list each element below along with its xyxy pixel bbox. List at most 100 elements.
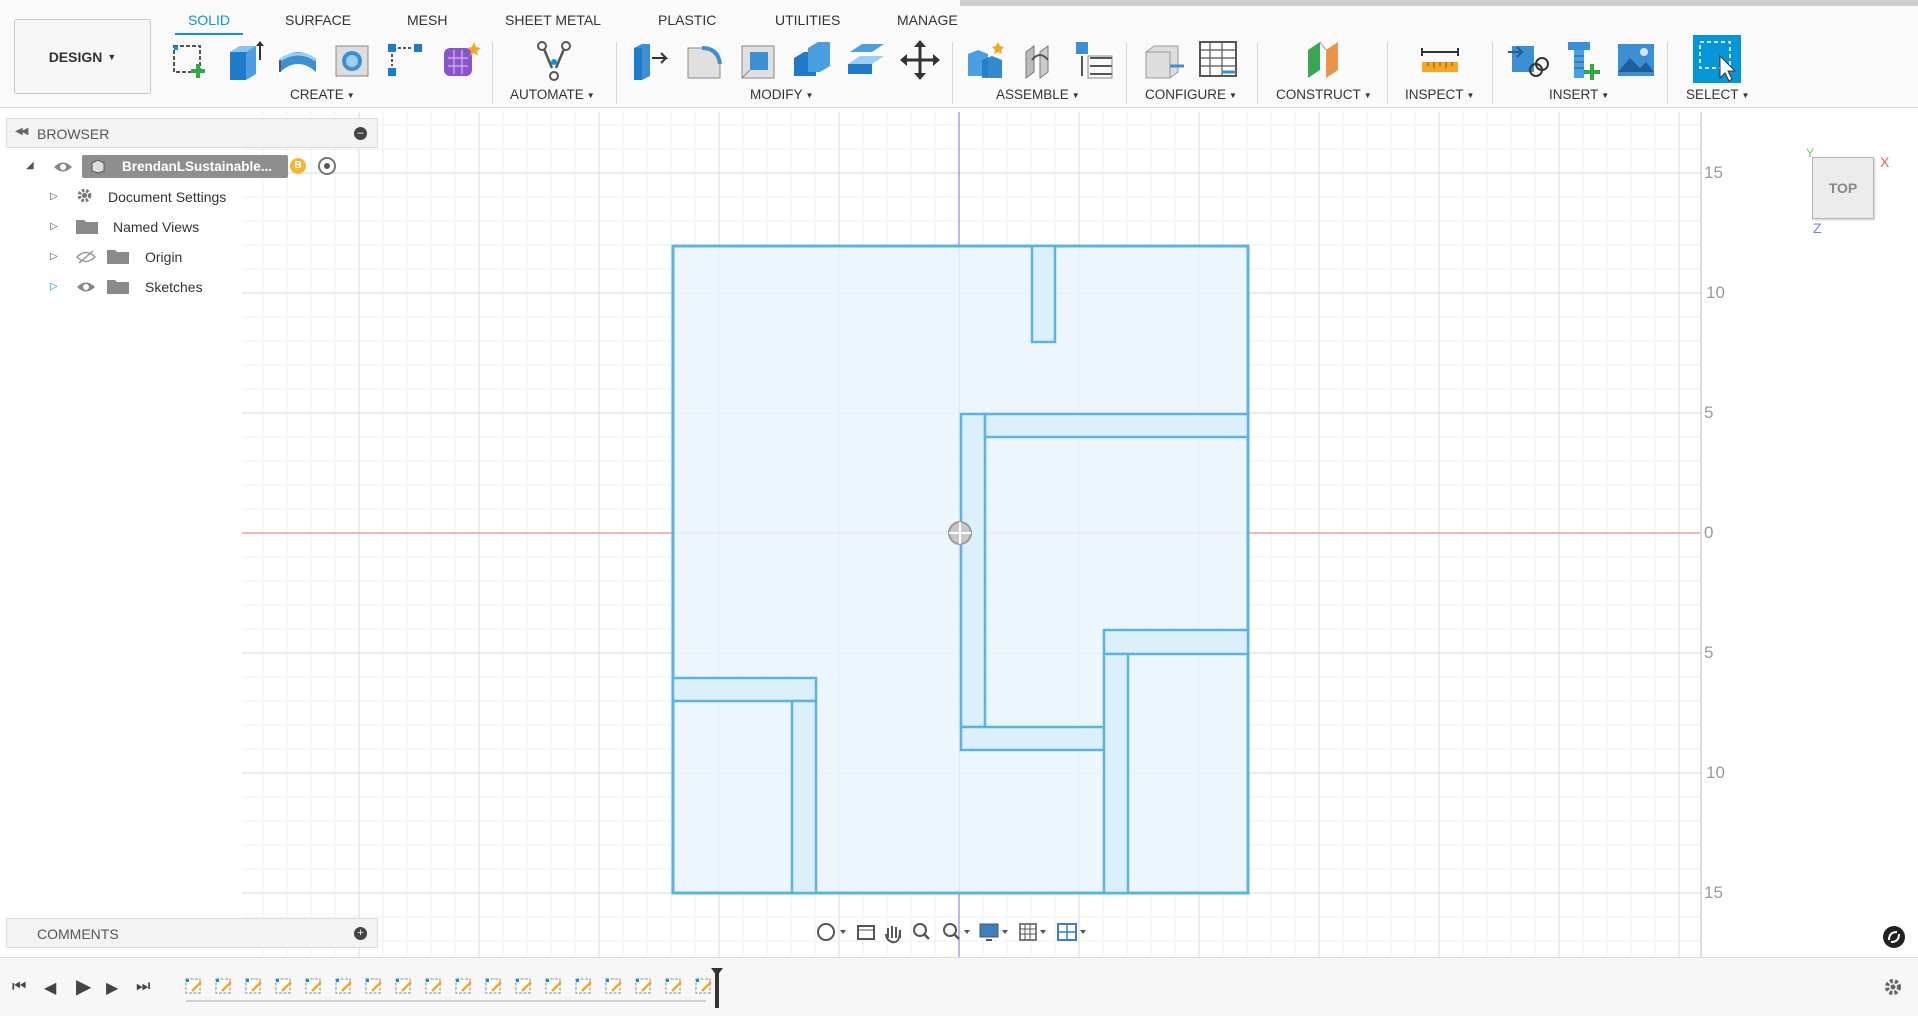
bom-icon[interactable] (1072, 38, 1116, 82)
tab-surface[interactable]: SURFACE (285, 12, 351, 28)
move-icon[interactable] (898, 38, 942, 82)
tab-utilities[interactable]: UTILITIES (775, 12, 840, 28)
next-icon[interactable]: ▶ (106, 978, 118, 998)
insert-mcmaster-icon[interactable] (1560, 38, 1604, 82)
expand-triangle-icon[interactable]: ▷ (50, 281, 58, 292)
tree-item-sketches[interactable]: Sketches (145, 274, 203, 300)
view-cube-face[interactable]: TOP (1829, 180, 1858, 196)
timeline-sketch-icon[interactable] (274, 976, 294, 996)
sketch-bottom-shelf[interactable] (959, 725, 1106, 752)
timeline-sketch-icon[interactable] (544, 976, 564, 996)
measure-icon[interactable] (1418, 38, 1462, 82)
play-icon[interactable]: ▶ (76, 974, 91, 999)
timeline-sketch-icon[interactable] (334, 976, 354, 996)
timeline-sketch-icon[interactable] (214, 976, 234, 996)
tab-plastic[interactable]: PLASTIC (658, 12, 716, 28)
last-icon[interactable]: ⏭ (136, 978, 150, 996)
sketch-left-post[interactable] (790, 699, 818, 895)
timeline-sketch-icon[interactable] (304, 976, 324, 996)
fit-zoom-icon[interactable] (943, 923, 970, 940)
hidden-eye-icon[interactable] (76, 250, 96, 264)
offset-plane-icon[interactable] (1302, 38, 1346, 82)
fillet-icon[interactable] (682, 38, 726, 82)
tree-item-named-views[interactable]: Named Views (113, 214, 199, 240)
create-menu[interactable]: CREATE ▼ (290, 87, 355, 102)
create-sketch-icon[interactable] (168, 38, 212, 82)
feedback-icon[interactable] (1883, 926, 1905, 948)
view-cube[interactable]: TOP (1812, 157, 1874, 219)
timeline-sketch-icon[interactable] (454, 976, 474, 996)
tab-solid[interactable]: SOLID (188, 12, 230, 28)
timeline-sketch-icon[interactable] (244, 976, 264, 996)
timeline-sketch-icon[interactable] (634, 976, 654, 996)
form-icon[interactable] (438, 38, 482, 82)
offset-face-icon[interactable] (844, 38, 888, 82)
sketch-left-shelf[interactable] (671, 676, 818, 703)
origin-point[interactable] (948, 521, 972, 545)
table-icon[interactable] (1196, 38, 1240, 82)
insert-derive-icon[interactable] (1506, 38, 1550, 82)
expand-triangle-icon[interactable]: ▷ (50, 251, 58, 262)
grid-settings-icon[interactable] (1019, 923, 1046, 941)
automate-menu[interactable]: AUTOMATE ▼ (510, 87, 595, 102)
pan-icon[interactable] (885, 926, 901, 944)
timeline-marker[interactable] (715, 968, 719, 1008)
visibility-eye-icon[interactable] (76, 280, 96, 294)
joint-icon[interactable] (1018, 38, 1062, 82)
timeline-sketch-icon[interactable] (184, 976, 204, 996)
extrude-icon[interactable] (222, 38, 266, 82)
configure-icon[interactable] (1142, 38, 1186, 82)
insert-canvas-icon[interactable] (1614, 38, 1658, 82)
timeline-sketch-icon[interactable] (424, 976, 444, 996)
shell-icon[interactable] (736, 38, 780, 82)
tree-item-document-settings[interactable]: Document Settings (108, 184, 226, 210)
inspect-menu[interactable]: INSPECT ▼ (1405, 87, 1474, 102)
expand-triangle-icon[interactable]: ◢ (26, 160, 34, 171)
sketch-right-post[interactable] (1102, 652, 1130, 895)
timeline-sketch-icon[interactable] (604, 976, 624, 996)
zoom-icon[interactable] (913, 923, 930, 940)
tab-mesh[interactable]: MESH (407, 12, 447, 28)
activate-radio-icon[interactable] (318, 157, 336, 175)
timeline-settings-gear-icon[interactable] (1883, 977, 1903, 997)
design-canvas[interactable] (0, 109, 1918, 957)
configure-menu[interactable]: CONFIGURE ▼ (1145, 87, 1237, 102)
timeline-sketch-icon[interactable] (364, 976, 384, 996)
look-at-icon[interactable] (857, 925, 875, 940)
viewports-icon[interactable] (1057, 923, 1086, 941)
browser-panel-header[interactable]: ◀◀ BROWSER – (6, 118, 378, 148)
tab-sheet-metal[interactable]: SHEET METAL (505, 12, 601, 28)
sketch-right-shelf[interactable] (1102, 628, 1250, 656)
tab-manage[interactable]: MANAGE (897, 12, 958, 28)
timeline-sketch-icon[interactable] (484, 976, 504, 996)
version-badge-icon[interactable]: B (290, 158, 306, 174)
timeline-sketch-icon[interactable] (514, 976, 534, 996)
minimize-icon[interactable]: – (354, 127, 367, 140)
new-component-icon[interactable] (964, 38, 1008, 82)
timeline-sketch-icon[interactable] (574, 976, 594, 996)
revolve-icon[interactable] (276, 38, 320, 82)
automate-icon[interactable] (532, 38, 576, 82)
display-settings-icon[interactable] (979, 923, 1008, 941)
insert-menu[interactable]: INSERT ▼ (1549, 87, 1609, 102)
expand-triangle-icon[interactable]: ▷ (50, 221, 58, 232)
add-comment-icon[interactable]: + (354, 927, 367, 940)
assemble-menu[interactable]: ASSEMBLE ▼ (996, 87, 1080, 102)
previous-icon[interactable]: ◀ (44, 978, 56, 998)
first-icon[interactable]: ⏮ (12, 978, 26, 996)
modify-menu[interactable]: MODIFY ▼ (750, 87, 813, 102)
collapse-panel-icon[interactable]: ◀◀ (15, 126, 28, 137)
select-menu[interactable]: SELECT ▼ (1686, 87, 1749, 102)
comments-panel-header[interactable]: COMMENTS + (6, 918, 378, 948)
pattern-icon[interactable] (384, 38, 428, 82)
sketch-top-shelf[interactable] (983, 412, 1250, 439)
construct-menu[interactable]: CONSTRUCT ▼ (1276, 87, 1372, 102)
timeline-sketch-icon[interactable] (664, 976, 684, 996)
visibility-eye-icon[interactable] (53, 160, 73, 174)
combine-icon[interactable] (790, 38, 834, 82)
tree-item-origin[interactable]: Origin (145, 244, 182, 270)
orbit-icon[interactable] (817, 923, 846, 941)
sketch-slot-top[interactable] (1030, 244, 1057, 344)
timeline-sketch-icon[interactable] (694, 976, 714, 996)
hole-icon[interactable] (330, 38, 374, 82)
